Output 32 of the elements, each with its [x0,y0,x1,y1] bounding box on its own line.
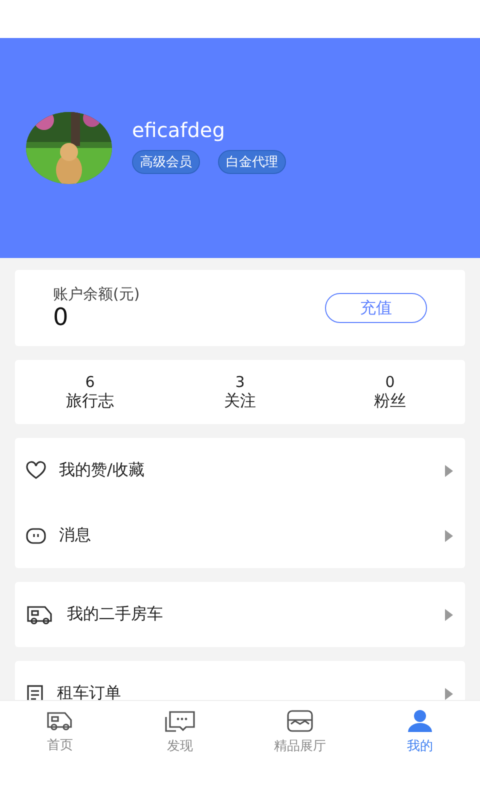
chevron-icon [445,608,453,620]
member-badge: 高级会员 [132,150,200,174]
heart-icon [25,460,47,480]
balance-label: 账户余额(元) [53,285,140,304]
stat-value: 0 [385,372,395,390]
tab-item[interactable]: 精品展厅 [240,701,360,763]
chevron-icon [445,464,453,476]
stat-label[interactable]: 旅行志 [66,390,114,412]
camper-van-icon [45,710,75,732]
shop-icon [286,709,314,733]
stat-value: 3 [235,372,245,390]
recharge-button[interactable]: 充值 [325,293,427,323]
chevron-icon [445,688,453,700]
chevron-icon [445,530,453,542]
stat-label[interactable]: 粉丝 [374,390,406,412]
message-icon [25,526,47,544]
tab-item[interactable]: 发现 [120,701,240,763]
menu-item[interactable]: 我的二手房车 [67,604,433,625]
tab-item[interactable]: 我的 [360,701,480,763]
balance-amount: 0 [53,304,70,331]
menu-item[interactable]: 租车订单 [57,683,433,700]
stat-value: 6 [85,372,95,390]
chat-icon [164,709,196,733]
stat-label[interactable]: 关注 [224,390,256,412]
user-icon [407,709,433,733]
camper-van-icon [25,604,55,626]
menu-item[interactable]: 我的赞/收藏 [59,460,433,481]
member-badge: 白金代理 [218,150,286,174]
username: eficafdeg [132,118,226,142]
menu-item[interactable]: 消息 [59,525,433,546]
tab-item[interactable]: 首页 [0,701,120,763]
document-icon [25,684,45,700]
